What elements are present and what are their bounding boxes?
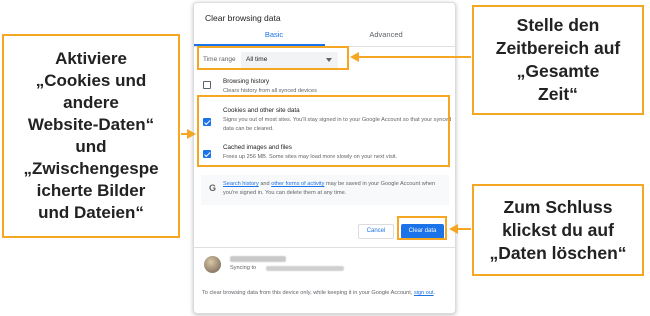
callout-line: und (75, 137, 107, 156)
callout-enable-cookies-cache: Aktiviere „Cookies und andere Website-Da… (2, 34, 180, 238)
option-title: Browsing history (223, 78, 270, 85)
callout-line: Stelle den (516, 15, 600, 35)
checkbox-browsing-history[interactable] (203, 81, 211, 89)
callout-line: Zum Schluss (503, 196, 613, 217)
callout-line: Website-Daten“ (27, 115, 155, 134)
callout-line: „Gesamte (516, 61, 600, 81)
footer-text-body: To clear browsing data from this device … (202, 290, 414, 296)
callout-line: „Daten löschen“ (489, 242, 627, 263)
google-activity-info: G Search history and other forms of acti… (201, 175, 449, 205)
account-email-blurred (266, 266, 344, 271)
callout-line: andere (63, 93, 119, 112)
footer-text-end: . (433, 290, 436, 296)
callout-time-range: Stelle den Zeitbereich auf „Gesamte Zeit… (472, 5, 644, 115)
callout-line: Zeitbereich auf (495, 38, 621, 58)
sign-out-link[interactable]: sign out (414, 290, 434, 296)
callout-line: „Zwischengespe (23, 159, 159, 178)
time-range-highlight (197, 46, 349, 70)
callout-line: icherte Bilder (36, 181, 146, 200)
google-icon: G (209, 183, 217, 193)
avatar (204, 256, 221, 273)
account-name-blurred (230, 256, 286, 262)
callout-line: Aktiviere (55, 49, 127, 68)
other-activity-link[interactable]: other forms of activity (271, 181, 324, 187)
info-text: Search history and other forms of activi… (223, 180, 441, 197)
tab-basic[interactable]: Basic (234, 30, 314, 39)
tab-advanced[interactable]: Advanced (346, 30, 426, 39)
info-text-and: and (258, 181, 272, 187)
cancel-button[interactable]: Cancel (358, 224, 394, 239)
callout-line: Zeit“ (538, 84, 578, 104)
divider (194, 247, 455, 248)
options-highlight (197, 95, 450, 167)
callout-line: klickst du auf (502, 219, 614, 240)
callout-line: „Cookies und (35, 71, 147, 90)
callout-line: und Dateien“ (38, 203, 144, 222)
footer-text: To clear browsing data from this device … (202, 289, 450, 298)
callout-clear-data: Zum Schluss klickst du auf „Daten lösche… (472, 184, 644, 276)
dialog-title: Clear browsing data (205, 13, 281, 23)
syncing-label: Syncing to (230, 265, 257, 271)
search-history-link[interactable]: Search history (223, 181, 259, 187)
clear-button-highlight (397, 216, 447, 240)
